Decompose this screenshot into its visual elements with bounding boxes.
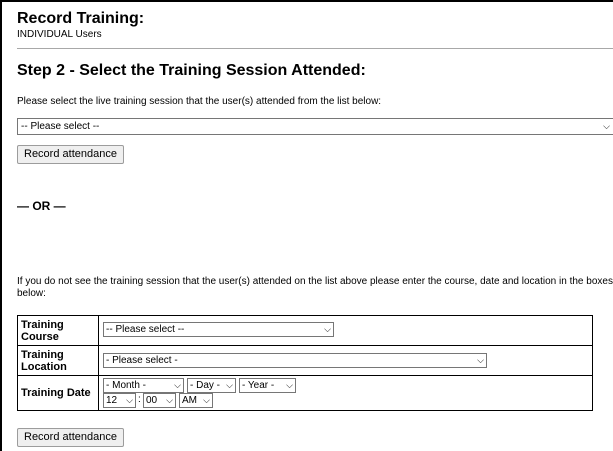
minute-value: 00 — [146, 395, 158, 406]
chevron-down-icon: ⌵ — [603, 121, 610, 131]
chevron-down-icon: ⌵ — [286, 380, 293, 390]
training-location-label: Training Location — [17, 345, 99, 376]
page-subtitle: INDIVIDUAL Users — [17, 29, 102, 40]
session-instruction: Please select the live training session … — [17, 96, 382, 107]
year-value: - Year - — [242, 380, 275, 391]
chevron-down-icon: ⌵ — [166, 395, 173, 405]
month-value: - Month - — [106, 380, 147, 391]
chevron-down-icon: ⌵ — [226, 380, 233, 390]
training-course-value: -- Please select -- — [106, 324, 185, 335]
month-select[interactable]: - Month - ⌵ — [103, 378, 184, 393]
day-select[interactable]: - Day - ⌵ — [187, 378, 236, 393]
chevron-down-icon: ⌵ — [126, 395, 133, 405]
minute-select[interactable]: 00 ⌵ — [143, 393, 176, 408]
chevron-down-icon: ⌵ — [203, 395, 210, 405]
training-course-select[interactable]: -- Please select -- ⌵ — [103, 322, 334, 337]
manual-entry-table: Training Course -- Please select -- ⌵ Tr… — [17, 315, 593, 411]
header-divider — [17, 48, 613, 49]
chevron-down-icon: ⌵ — [324, 324, 331, 334]
table-row: Training Date - Month - ⌵ - Day - ⌵ - Ye… — [17, 375, 593, 411]
table-row: Training Location - Please select - ⌵ — [17, 345, 593, 376]
ampm-value: AM — [182, 395, 197, 406]
hour-select[interactable]: 12 ⌵ — [103, 393, 136, 408]
year-select[interactable]: - Year - ⌵ — [239, 378, 296, 393]
step-heading: Step 2 - Select the Training Session Att… — [17, 62, 366, 79]
record-attendance-button[interactable]: Record attendance — [17, 145, 124, 164]
hour-value: 12 — [106, 395, 118, 406]
training-location-value: - Please select - — [106, 355, 178, 366]
or-divider: — OR — — [17, 199, 66, 213]
training-location-select[interactable]: - Please select - ⌵ — [103, 353, 487, 368]
session-select[interactable]: -- Please select -- ⌵ — [17, 118, 613, 135]
ampm-select[interactable]: AM ⌵ — [179, 393, 213, 408]
time-separator: : — [138, 394, 141, 405]
table-row: Training Course -- Please select -- ⌵ — [17, 315, 593, 346]
chevron-down-icon: ⌵ — [174, 380, 181, 390]
chevron-down-icon: ⌵ — [477, 355, 484, 365]
session-select-value: -- Please select -- — [21, 121, 100, 132]
page-title: Record Training: — [17, 10, 145, 27]
day-value: - Day - — [190, 380, 220, 391]
page-frame: Record Training: INDIVIDUAL Users Step 2… — [0, 0, 613, 451]
training-date-label: Training Date — [17, 375, 99, 411]
manual-instruction: If you do not see the training session t… — [17, 276, 613, 299]
training-course-label: Training Course — [17, 315, 99, 346]
manual-record-attendance-button[interactable]: Record attendance — [17, 428, 124, 447]
